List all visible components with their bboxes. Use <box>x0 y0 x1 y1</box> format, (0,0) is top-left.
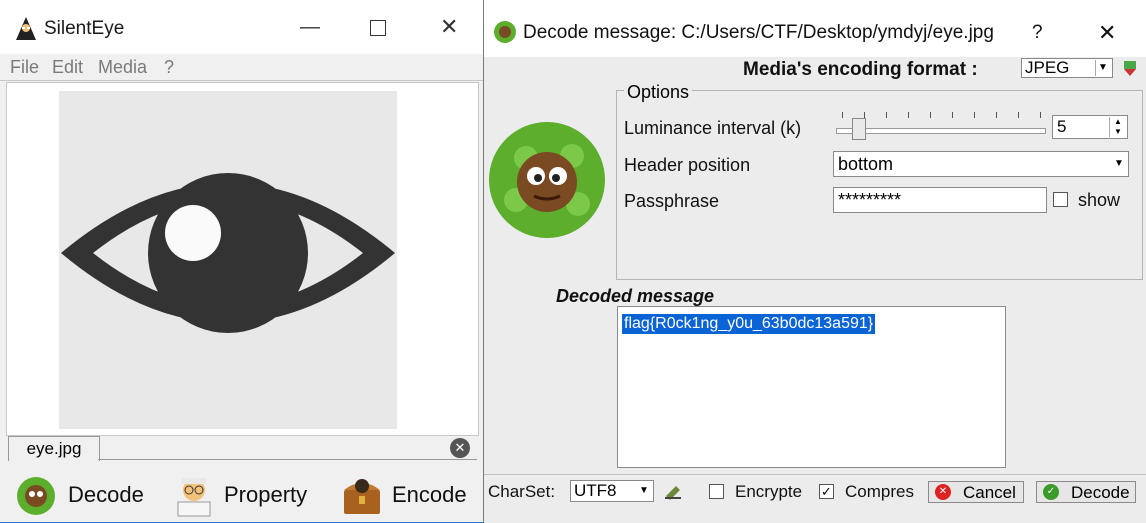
slider-tick <box>996 112 997 118</box>
decode-button-label: Decode <box>68 482 144 507</box>
check-icon: ✓ <box>1043 484 1059 500</box>
spin-down-icon[interactable]: ▼ <box>1109 127 1126 137</box>
main-titlebar: SilentEye — ✕ <box>0 0 483 58</box>
doctor-icon <box>177 478 211 517</box>
decode-button[interactable]: Decode <box>14 470 164 520</box>
chest-icon <box>344 479 380 514</box>
charset-value: UTF8 <box>574 481 617 500</box>
help-icon[interactable]: ? <box>1032 22 1043 44</box>
header-position-value: bottom <box>838 154 894 174</box>
slider-tick <box>974 112 975 118</box>
compressed-checkbox[interactable]: ✓ <box>819 484 834 499</box>
luminance-slider-thumb[interactable] <box>852 118 866 140</box>
minimize-icon[interactable]: — <box>300 16 320 39</box>
menu-file[interactable]: File <box>10 57 39 78</box>
silenteye-main-window: SilentEye — ✕ File Edit Media ? eye.jpg … <box>0 0 483 522</box>
charset-edit-icon[interactable] <box>664 482 682 500</box>
cancel-button-label: Cancel <box>963 483 1016 502</box>
slider-tick <box>842 112 843 118</box>
chevron-down-icon: ▼ <box>1114 158 1124 169</box>
media-viewport <box>6 82 479 436</box>
close-tab-icon[interactable]: ✕ <box>450 438 470 458</box>
encode-button-label: Encode <box>392 482 467 507</box>
luminance-slider-track[interactable] <box>836 128 1046 134</box>
mascot-leaf-icon <box>489 122 605 238</box>
property-button-label: Property <box>224 482 308 507</box>
encode-button[interactable]: Encode <box>340 470 480 520</box>
luminance-slider-ticks <box>842 112 1042 120</box>
show-passphrase-label: show <box>1078 190 1121 210</box>
main-window-title: SilentEye <box>44 18 125 39</box>
options-legend: Options <box>624 82 693 103</box>
show-passphrase-checkbox[interactable] <box>1053 192 1068 207</box>
decode-confirm-label: Decode <box>1071 483 1130 502</box>
tab-eye-jpg[interactable]: eye.jpg <box>8 436 100 461</box>
menu-help[interactable]: ? <box>164 57 174 78</box>
format-info-icon[interactable] <box>1121 59 1139 77</box>
decoded-message-text[interactable]: flag{R0ck1ng_y0u_63b0dc13a591} <box>622 314 876 334</box>
header-position-label: Header position <box>624 155 751 175</box>
header-position-select[interactable]: bottom ▼ <box>833 151 1129 177</box>
property-button[interactable]: Property <box>170 470 330 520</box>
encrypted-checkbox[interactable] <box>709 484 724 499</box>
silenteye-app-icon <box>16 17 36 40</box>
slider-tick <box>886 112 887 118</box>
maximize-icon[interactable] <box>370 20 386 36</box>
chevron-down-icon: ▼ <box>1095 60 1110 76</box>
dialog-title: Decode message: C:/Users/CTF/Desktop/ymd… <box>523 22 994 43</box>
menu-media[interactable]: Media <box>98 57 147 78</box>
passphrase-field[interactable]: ********* <box>833 187 1047 213</box>
luminance-label: Luminance interval (k) <box>624 118 802 138</box>
passphrase-value: ********* <box>838 190 902 210</box>
decode-confirm-button[interactable]: ✓ Decode <box>1036 481 1136 503</box>
slider-tick <box>952 112 953 118</box>
chevron-down-icon: ▼ <box>639 485 649 496</box>
dialog-close-icon[interactable]: ✕ <box>1098 20 1116 46</box>
encrypted-label: Encrypte <box>735 482 803 501</box>
luminance-spinbox[interactable]: 5 ▲ ▼ <box>1052 115 1128 139</box>
compressed-label: Compres <box>845 482 914 501</box>
decoded-message-label: Decoded message <box>556 286 715 306</box>
menu-edit[interactable]: Edit <box>52 57 83 78</box>
encoding-format-value: JPEG <box>1025 58 1070 77</box>
decode-leaf-icon <box>17 477 55 515</box>
dialog-leaf-icon <box>494 21 516 43</box>
luminance-value: 5 <box>1057 117 1067 136</box>
slider-tick <box>1040 112 1041 118</box>
passphrase-label: Passphrase <box>624 191 720 211</box>
charset-select[interactable]: UTF8 ▼ <box>570 480 654 502</box>
charset-label: CharSet: <box>488 482 556 501</box>
eye-image-icon <box>61 173 395 333</box>
encoding-format-select[interactable]: JPEG ▼ <box>1021 58 1113 78</box>
cancel-button[interactable]: ✕ Cancel <box>928 481 1024 503</box>
cancel-icon: ✕ <box>935 484 951 500</box>
slider-tick <box>908 112 909 118</box>
spin-up-icon[interactable]: ▲ <box>1109 117 1126 127</box>
close-icon[interactable]: ✕ <box>440 14 458 40</box>
slider-tick <box>1018 112 1019 118</box>
media-image <box>59 91 397 429</box>
slider-tick <box>930 112 931 118</box>
encoding-format-label: Media's encoding format : <box>743 59 978 80</box>
